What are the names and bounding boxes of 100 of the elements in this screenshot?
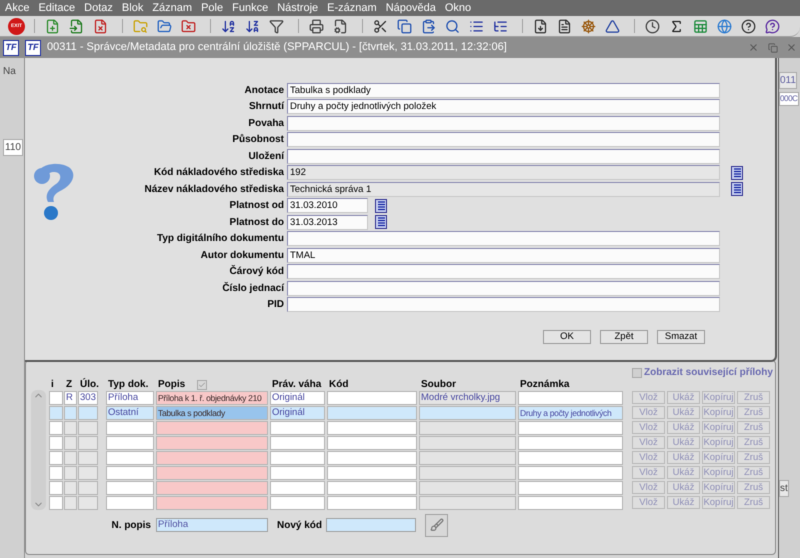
folder-search-icon[interactable] [132, 18, 149, 34]
input-field[interactable] [287, 231, 720, 246]
file-plus-icon[interactable] [44, 18, 61, 34]
clock-icon[interactable] [644, 18, 661, 34]
file-x-icon[interactable] [92, 18, 109, 34]
menu-item[interactable]: Blok [122, 2, 144, 14]
list-icon[interactable] [375, 198, 387, 213]
table-cell[interactable] [49, 466, 63, 480]
table-cell[interactable] [156, 436, 268, 450]
table-cell[interactable] [78, 406, 98, 420]
dialog-button[interactable]: OK [543, 330, 591, 344]
table-cell[interactable] [270, 436, 325, 450]
table-cell[interactable] [78, 466, 98, 480]
table-cell[interactable] [327, 406, 417, 420]
input-field[interactable]: 192 [287, 165, 720, 180]
table-cell[interactable] [419, 420, 516, 434]
folder-x-icon[interactable] [180, 18, 197, 34]
table-cell[interactable] [78, 496, 98, 510]
table-cell[interactable] [64, 480, 77, 494]
table-cell[interactable]: Modré vrcholky.jpg [419, 390, 516, 404]
document-icon[interactable] [556, 18, 573, 34]
input-field[interactable] [287, 116, 720, 131]
restore-icon[interactable] [767, 42, 779, 54]
file-arrow-icon[interactable] [68, 18, 85, 34]
table-cell[interactable] [49, 450, 63, 464]
table-cell[interactable] [156, 496, 268, 510]
table-cell[interactable]: Originál [270, 390, 325, 404]
input-field[interactable]: Druhy a počty jednotlivých položek [287, 99, 720, 114]
table-cell[interactable] [78, 450, 98, 464]
table-cell[interactable] [49, 406, 63, 420]
table-cell[interactable] [327, 390, 417, 404]
input-field[interactable] [287, 148, 720, 164]
table-cell[interactable] [419, 496, 516, 510]
scissors-icon[interactable] [372, 18, 389, 34]
table-cell[interactable] [106, 496, 154, 510]
table-cell[interactable]: 303 [78, 390, 98, 404]
table-cell[interactable] [327, 496, 417, 510]
triangle-icon[interactable] [604, 18, 621, 34]
spreadsheet-icon[interactable] [692, 18, 709, 34]
table-cell[interactable] [64, 450, 77, 464]
table-cell[interactable] [78, 436, 98, 450]
table-cell[interactable] [78, 480, 98, 494]
menu-item[interactable]: Dotaz [84, 2, 113, 14]
help-icon[interactable] [740, 18, 757, 34]
menu-item[interactable]: Akce [5, 2, 30, 14]
folder-icon[interactable] [156, 18, 173, 34]
table-cell[interactable] [327, 480, 417, 494]
table-cell[interactable] [419, 436, 516, 450]
printer-icon[interactable] [308, 18, 325, 34]
search-icon[interactable] [444, 18, 461, 34]
checkbox[interactable] [632, 368, 642, 378]
table-cell[interactable] [270, 450, 325, 464]
table-cell[interactable] [49, 436, 63, 450]
table-cell[interactable]: Originál [270, 406, 325, 420]
input-field[interactable]: 31.03.2010 [287, 198, 368, 214]
table-cell[interactable] [106, 466, 154, 480]
input-field[interactable]: Technická správa 1 [287, 182, 720, 197]
table-cell[interactable] [106, 436, 154, 450]
input-field[interactable]: 31.03.2013 [287, 214, 368, 230]
table-cell[interactable]: Příloha [106, 390, 154, 404]
input-field[interactable]: Tabulka s podklady [287, 82, 720, 98]
brush-icon[interactable] [425, 514, 448, 536]
dialog-button[interactable]: Smazat [657, 330, 705, 344]
table-cell[interactable] [518, 496, 623, 510]
table-cell[interactable] [327, 420, 417, 434]
table-cell[interactable] [327, 450, 417, 464]
table-cell[interactable] [106, 450, 154, 464]
table-cell[interactable] [64, 466, 77, 480]
table-cell[interactable] [49, 480, 63, 494]
list-icon[interactable] [375, 215, 387, 230]
file-gear-icon[interactable] [332, 18, 349, 34]
table-cell[interactable] [49, 390, 63, 404]
input-field[interactable] [287, 132, 720, 148]
table-cell[interactable] [518, 480, 623, 494]
table-cell[interactable] [270, 480, 325, 494]
table-cell[interactable] [518, 466, 623, 480]
table-cell[interactable] [270, 420, 325, 434]
list-icon[interactable] [731, 166, 743, 180]
table-cell[interactable] [78, 420, 98, 434]
table-cell[interactable] [156, 466, 268, 480]
table-cell[interactable] [518, 436, 623, 450]
menu-item[interactable]: Editace [38, 2, 76, 14]
table-cell[interactable] [106, 480, 154, 494]
table-cell[interactable]: Příloha k 1. ř. objednávky 210 [156, 390, 268, 404]
table-cell[interactable] [64, 496, 77, 510]
menu-item[interactable]: Pole [201, 2, 224, 14]
input-field[interactable]: TMAL [287, 248, 720, 263]
input-field[interactable] [287, 264, 720, 280]
menu-item[interactable]: Funkce [232, 2, 268, 14]
list-icon[interactable] [731, 182, 743, 196]
table-cell[interactable] [64, 420, 77, 434]
table-cell[interactable] [156, 480, 268, 494]
copy-icon[interactable] [396, 18, 413, 34]
table-cell[interactable] [518, 450, 623, 464]
filter-icon[interactable] [268, 18, 285, 34]
paste-icon[interactable] [420, 18, 437, 34]
input-field[interactable]: Příloha [156, 518, 268, 532]
table-cell[interactable]: Druhy a počty jednotlivých [518, 406, 623, 420]
input-field[interactable] [287, 280, 720, 296]
table-cell[interactable]: Ostatní [106, 406, 154, 420]
